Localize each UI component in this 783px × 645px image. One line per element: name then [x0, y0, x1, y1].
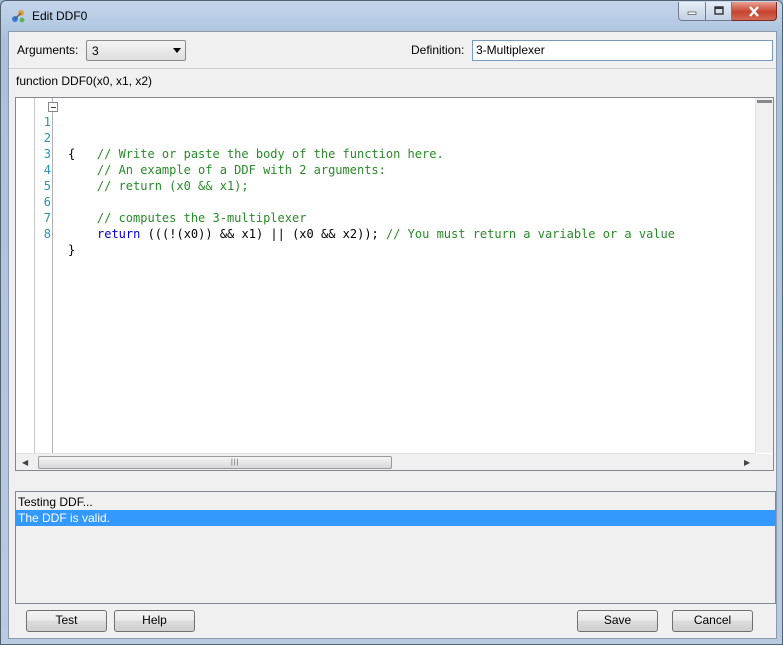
dialog-window: Edit DDF0 Arguments: 3 Definition: funct… [0, 0, 783, 645]
test-button[interactable]: Test [26, 610, 107, 632]
close-icon [749, 5, 759, 17]
chevron-down-icon [173, 48, 181, 53]
arguments-dropdown[interactable]: 3 [86, 40, 186, 61]
code-keyword: return [97, 227, 141, 241]
help-button[interactable]: Help [114, 610, 195, 632]
maximize-button[interactable] [706, 2, 732, 21]
save-button[interactable]: Save [577, 610, 658, 632]
scroll-right-icon[interactable]: ▶ [744, 458, 750, 467]
output-list[interactable]: Testing DDF... The DDF is valid. [15, 491, 776, 604]
horizontal-scrollbar[interactable]: ◀ ||| ▶ [16, 453, 756, 470]
minimize-icon [687, 11, 697, 15]
code-editor[interactable]: 1 { 2 // Write or paste the body of the … [15, 97, 774, 471]
vertical-scrollbar[interactable] [755, 98, 773, 453]
separator [9, 68, 776, 69]
code-line-2[interactable]: 2 // Write or paste the body of the func… [16, 114, 756, 161]
definition-input[interactable] [473, 41, 766, 58]
output-line-selected[interactable]: The DDF is valid. [16, 510, 775, 526]
scrollbar-corner [756, 454, 773, 470]
caption-buttons [678, 2, 777, 21]
code-comment: // You must return a variable or a value [386, 227, 675, 241]
definition-label: Definition: [411, 43, 465, 57]
cancel-button[interactable]: Cancel [672, 610, 753, 632]
line-number: 8 [43, 227, 51, 241]
output-line[interactable]: Testing DDF... [16, 494, 775, 510]
code-line-3[interactable]: 3 // An example of a DDF with 2 argument… [16, 130, 756, 177]
title-bar[interactable]: Edit DDF0 [1, 1, 782, 31]
arguments-value: 3 [92, 44, 99, 58]
code-text: } [68, 243, 76, 257]
minimize-button[interactable] [678, 2, 706, 21]
fold-collapse-icon[interactable] [48, 102, 58, 112]
code-line-6[interactable]: 6 // computes the 3-multiplexer [16, 178, 756, 225]
scrollbar-thumb[interactable] [757, 100, 772, 103]
code-expression: (((!(x0)) && x1) || (x0 && x2)); [140, 227, 386, 241]
code-line-1[interactable]: 1 { [16, 98, 756, 161]
code-statement: return (((!(x0)) && x1) || (x0 && x2)); … [97, 226, 675, 242]
arguments-label: Arguments: [17, 43, 79, 57]
scrollbar-thumb[interactable]: ||| [38, 456, 392, 469]
dialog-client-area: Arguments: 3 Definition: function DDF0(x… [8, 31, 777, 639]
maximize-icon [713, 6, 724, 15]
function-signature: function DDF0(x0, x1, x2) [16, 74, 153, 88]
scroll-left-icon[interactable]: ◀ [22, 458, 28, 467]
code-line-5[interactable]: 5 [16, 162, 756, 193]
app-icon [12, 10, 25, 23]
grip-icon: ||| [231, 459, 240, 466]
code-line-4[interactable]: 4 // return (x0 && x1); [16, 146, 756, 193]
window-title: Edit DDF0 [32, 9, 88, 23]
definition-field[interactable] [472, 40, 773, 61]
code-line-8[interactable]: 8 } [16, 210, 756, 257]
close-button[interactable] [732, 2, 777, 21]
code-line-7[interactable]: 7 return (((!(x0)) && x1) || (x0 && x2))… [16, 194, 756, 241]
